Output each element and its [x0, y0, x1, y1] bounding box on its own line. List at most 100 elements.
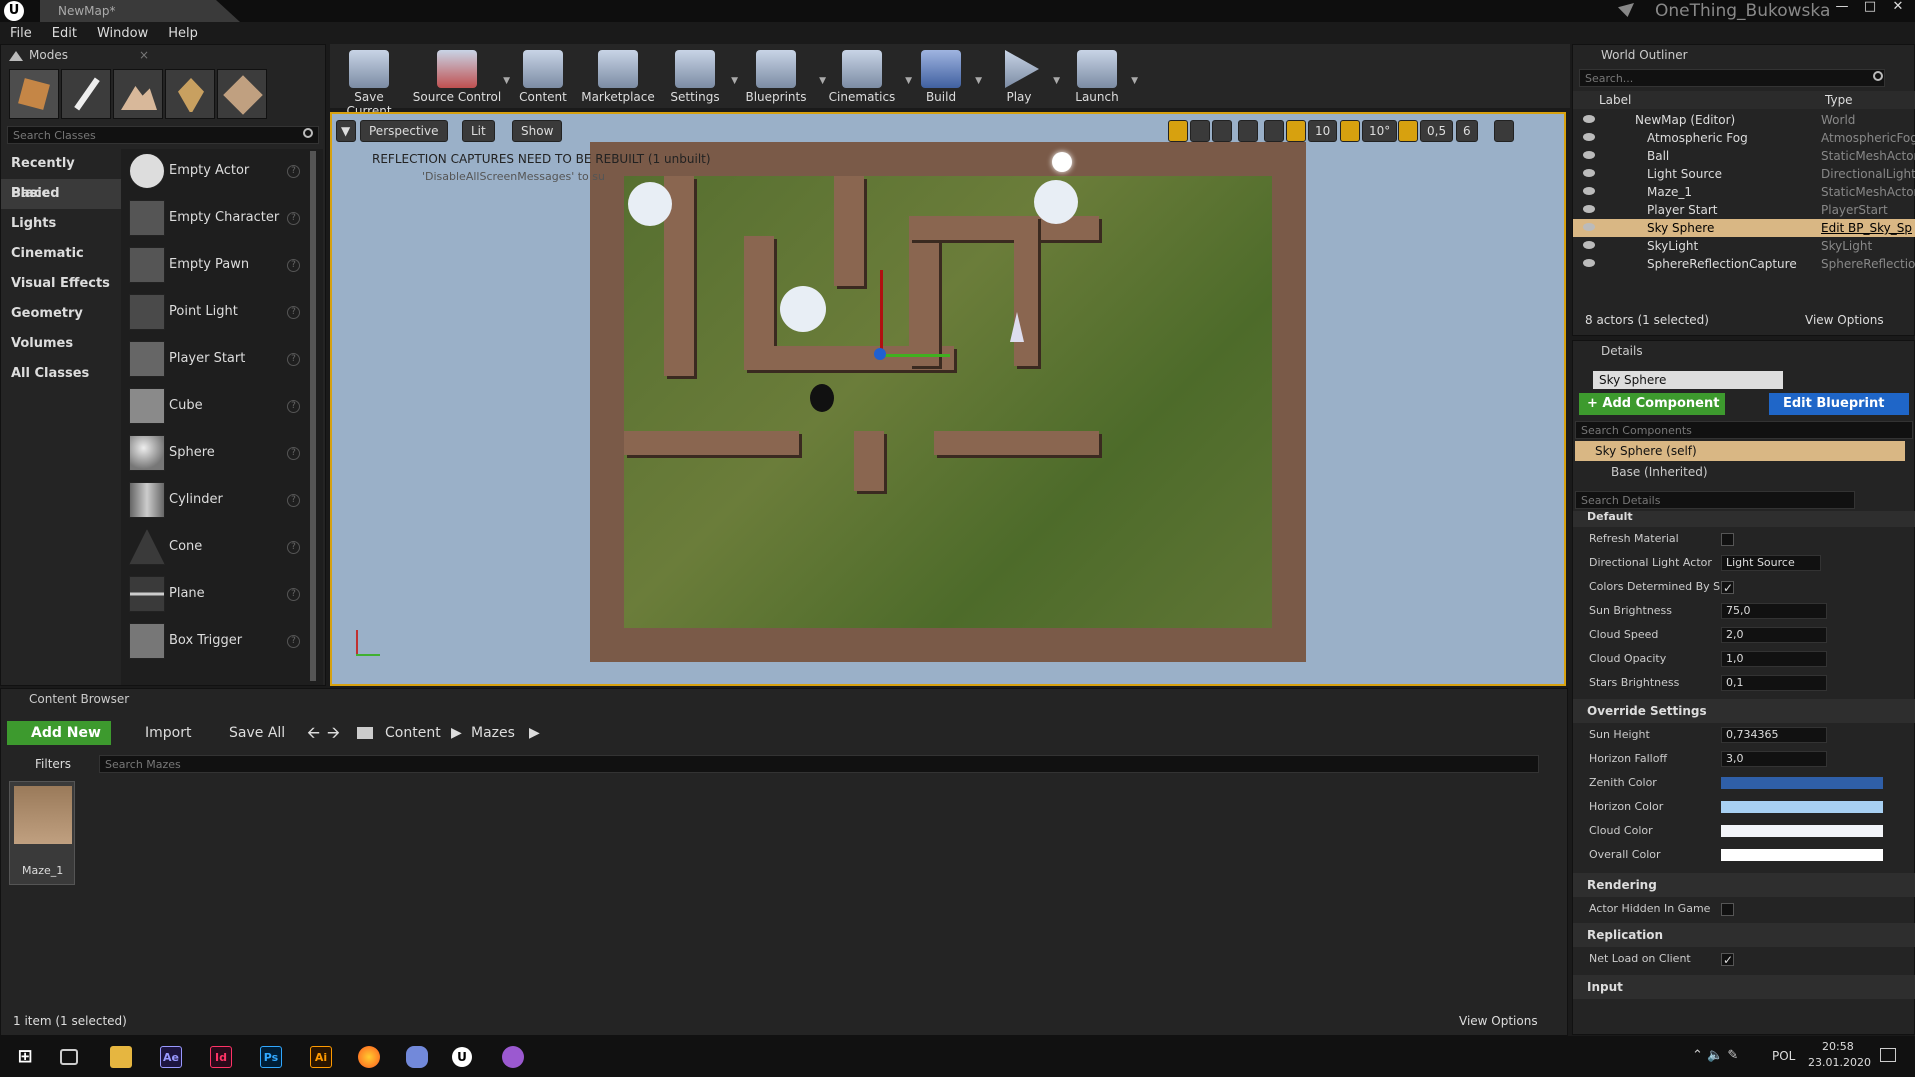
gizmo-y-axis[interactable]: [880, 354, 950, 357]
override-settings-section[interactable]: Override Settings: [1573, 699, 1915, 723]
app-taskbar-icon[interactable]: [502, 1046, 524, 1068]
firefox-icon[interactable]: [358, 1046, 380, 1068]
maximize-viewport-icon[interactable]: [1494, 120, 1514, 142]
horizon-falloff-input[interactable]: 3,0: [1721, 751, 1827, 767]
tray-icons[interactable]: ⌃ 🔈 ✎: [1692, 1048, 1738, 1063]
camera-speed-button[interactable]: 6: [1456, 120, 1478, 142]
list-item[interactable]: Cone?: [127, 525, 305, 571]
list-item[interactable]: Point Light?: [127, 290, 305, 336]
cloud-opacity-input[interactable]: 1,0: [1721, 651, 1827, 667]
build-button[interactable]: Build ▼: [908, 44, 982, 108]
unreal-taskbar-icon[interactable]: U: [452, 1047, 472, 1067]
eye-icon[interactable]: [1583, 223, 1595, 231]
landscape-mode-icon[interactable]: [113, 69, 163, 119]
eye-icon[interactable]: [1583, 205, 1595, 213]
sun-brightness-input[interactable]: 75,0: [1721, 603, 1827, 619]
details-tab[interactable]: Details: [1573, 341, 1723, 361]
help-icon[interactable]: ?: [287, 588, 300, 601]
actor-row[interactable]: Ball StaticMeshActor: [1573, 147, 1915, 165]
settings-button[interactable]: Settings ▼: [660, 44, 738, 108]
grid-snap-icon[interactable]: [1286, 120, 1306, 142]
tab-close-icon[interactable]: ×: [139, 48, 149, 62]
type-column-header[interactable]: Type: [1825, 93, 1853, 107]
file-explorer-icon[interactable]: [110, 1046, 132, 1068]
category-volumes[interactable]: Volumes: [1, 329, 121, 359]
list-item[interactable]: Plane?: [127, 572, 305, 618]
eye-icon[interactable]: [1583, 241, 1595, 249]
actor-row[interactable]: Atmospheric Fog AtmosphericFog: [1573, 129, 1915, 147]
asset-tile[interactable]: Maze_1: [9, 781, 75, 885]
illustrator-icon[interactable]: Ai: [310, 1046, 332, 1068]
base-inherited-row[interactable]: Base (Inherited): [1611, 465, 1708, 479]
help-icon[interactable]: ?: [287, 165, 300, 178]
save-all-button[interactable]: Save All: [229, 721, 285, 745]
rendering-section[interactable]: Rendering: [1573, 873, 1915, 897]
play-button[interactable]: Play ▼: [986, 44, 1060, 108]
photoshop-icon[interactable]: Ps: [260, 1046, 282, 1068]
zenith-color-swatch[interactable]: [1721, 777, 1883, 789]
search-components-input[interactable]: Search Components: [1575, 421, 1913, 439]
category-geometry[interactable]: Geometry: [1, 299, 121, 329]
surface-snap-icon[interactable]: [1264, 120, 1284, 142]
list-item[interactable]: Empty Pawn?: [127, 243, 305, 289]
geometry-edit-mode-icon[interactable]: [217, 69, 267, 119]
category-lights[interactable]: Lights: [1, 209, 121, 239]
search-mazes-input[interactable]: Search Mazes: [99, 755, 1539, 773]
rotate-icon[interactable]: [1190, 120, 1210, 142]
scale-snap-icon[interactable]: [1398, 120, 1418, 142]
gizmo-origin[interactable]: [874, 348, 886, 360]
world-outliner-tab[interactable]: World Outliner: [1573, 45, 1723, 65]
list-item[interactable]: Empty Character?: [127, 196, 305, 242]
windows-start-icon[interactable]: ⊞: [14, 1046, 36, 1068]
lit-button[interactable]: Lit: [462, 120, 495, 142]
category-recently-placed[interactable]: Recently Placed: [1, 149, 121, 201]
help-icon[interactable]: ?: [287, 353, 300, 366]
eye-icon[interactable]: [1583, 169, 1595, 177]
gizmo-z-axis[interactable]: [880, 270, 883, 356]
scale-snap-value[interactable]: 0,5: [1420, 120, 1454, 142]
menu-help[interactable]: Help: [168, 26, 198, 41]
forward-arrow-icon[interactable]: 🡪: [327, 721, 340, 745]
actor-row-selected[interactable]: Sky Sphere Edit BP_Sky_Sp: [1573, 219, 1915, 237]
actor-row[interactable]: Player Start PlayerStart: [1573, 201, 1915, 219]
actor-row[interactable]: SkyLight SkyLight: [1573, 237, 1915, 255]
cloud-speed-input[interactable]: 2,0: [1721, 627, 1827, 643]
sun-height-input[interactable]: 0,734365: [1721, 727, 1827, 743]
net-load-checkbox[interactable]: [1721, 948, 1734, 972]
horizon-color-swatch[interactable]: [1721, 801, 1883, 813]
help-icon[interactable]: ?: [287, 635, 300, 648]
menu-edit[interactable]: Edit: [52, 26, 77, 41]
perspective-button[interactable]: Perspective: [360, 120, 448, 142]
help-icon[interactable]: ?: [287, 447, 300, 460]
after-effects-icon[interactable]: Ae: [160, 1046, 182, 1068]
category-visual-effects[interactable]: Visual Effects: [1, 269, 121, 299]
eye-icon[interactable]: [1583, 133, 1595, 141]
actor-name-field[interactable]: Sky Sphere: [1593, 371, 1783, 389]
source-control-button[interactable]: Source Control ▼: [412, 44, 510, 108]
eye-icon[interactable]: [1583, 259, 1595, 267]
actor-hidden-checkbox[interactable]: [1721, 903, 1734, 916]
close-icon[interactable]: ✕: [1886, 0, 1910, 14]
menu-window[interactable]: Window: [97, 26, 148, 41]
list-item[interactable]: Player Start?: [127, 337, 305, 383]
foliage-mode-icon[interactable]: [165, 69, 215, 119]
content-browser-tab[interactable]: Content Browser: [1, 689, 151, 709]
list-item[interactable]: Cube?: [127, 384, 305, 430]
level-viewport[interactable]: ▼ Perspective Lit Show 10 10° 0,5 6 REFL…: [330, 112, 1566, 686]
search-classes-input[interactable]: Search Classes: [7, 126, 319, 144]
menu-file[interactable]: File: [10, 26, 32, 41]
language-indicator[interactable]: POL: [1772, 1049, 1795, 1063]
save-current-button[interactable]: Save Current: [330, 44, 408, 118]
import-button[interactable]: Import: [145, 721, 191, 745]
list-item[interactable]: Sphere?: [127, 431, 305, 477]
place-mode-icon[interactable]: [9, 69, 59, 119]
rotation-snap-value[interactable]: 10°: [1362, 120, 1398, 142]
eye-icon[interactable]: [1583, 115, 1595, 123]
category-all-classes[interactable]: All Classes: [1, 359, 121, 389]
content-button[interactable]: Content: [510, 44, 576, 108]
list-item[interactable]: Empty Actor?: [127, 149, 305, 195]
label-column-header[interactable]: Label: [1599, 93, 1631, 107]
eye-icon[interactable]: [1583, 187, 1595, 195]
sky-sphere-sun-icon[interactable]: [1052, 152, 1072, 172]
default-section[interactable]: Default: [1573, 511, 1915, 527]
